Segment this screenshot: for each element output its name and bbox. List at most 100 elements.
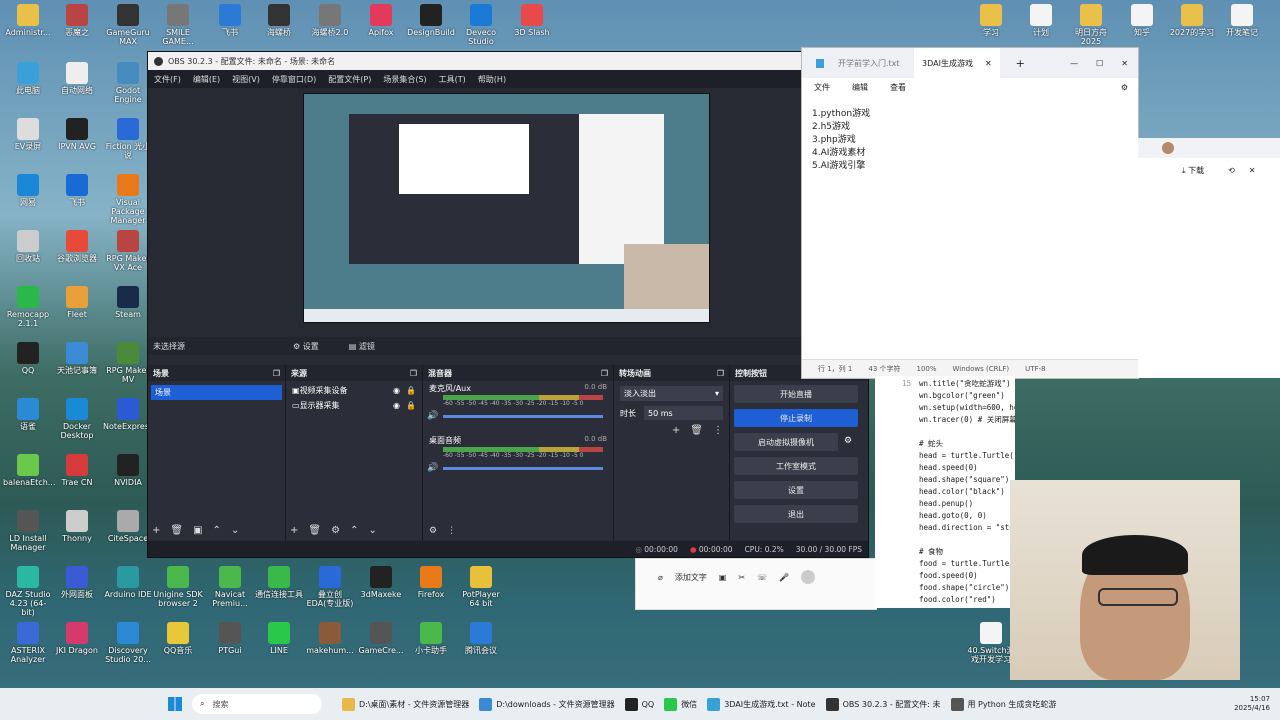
desktop-icon[interactable]: DesignBuild [406, 4, 456, 37]
desktop-icon[interactable]: LINE [254, 622, 304, 655]
desktop-icon[interactable]: Deveco Studio [456, 4, 506, 46]
taskbar-item[interactable]: D:\downloads - 文件资源管理器 [479, 697, 615, 711]
record-icon[interactable] [801, 570, 816, 584]
remove-source-icon[interactable]: 🗑 [308, 525, 321, 536]
notepad-tab[interactable]: 开学前学入门.txt [838, 58, 914, 69]
refresh-icon[interactable]: ⟲ [1228, 166, 1235, 175]
dock-float-icon[interactable]: ❐ [717, 369, 724, 378]
code-editor[interactable]: 15 wn.title("贪吃蛇游戏") wn.bgcolor("green") wn… [875, 376, 1015, 608]
eye-icon[interactable]: ◉ [393, 386, 400, 395]
desktop-icon[interactable]: 学习 [966, 4, 1016, 37]
desktop-icon[interactable]: 谷歌浏览器 [52, 230, 102, 263]
close-window-icon[interactable]: ✕ [1121, 59, 1128, 68]
volume-slider[interactable] [443, 467, 603, 470]
close-icon[interactable]: ✕ [985, 59, 992, 68]
desktop-icon[interactable]: 腾讯会议 [456, 622, 506, 655]
desktop-icon[interactable]: 海螺桥2.0 [305, 4, 355, 37]
desktop-icon[interactable]: Trae CN [52, 454, 102, 487]
mic-icon[interactable]: 🎤 [779, 573, 789, 582]
taskbar-item[interactable]: D:\桌面\素材 - 文件资源管理器 [342, 697, 469, 711]
notepad-tab-active[interactable]: 3DAI生成游戏 ✕ [914, 48, 1000, 78]
desktop-icon[interactable]: GameGuru MAX [103, 4, 153, 46]
taskbar-item[interactable]: 用 Python 生成贪吃蛇游 [950, 697, 1056, 711]
desktop-icon[interactable]: balenaEtch... [3, 454, 55, 487]
remove-scene-icon[interactable]: 🗑 [170, 525, 183, 536]
desktop-icon[interactable]: 通信连接工具 [254, 566, 304, 599]
obs-menu-item[interactable]: 场景集合(S) [383, 74, 426, 85]
start-streaming-button[interactable]: 开始直播 [734, 385, 858, 403]
desktop-icon[interactable]: Visual Package Manager [103, 174, 153, 225]
desktop-icon[interactable]: 知乎 [1117, 4, 1167, 37]
desktop-icon[interactable]: Fiction 光小说 [103, 118, 153, 160]
desktop-icon[interactable]: JKI Dragon [52, 622, 102, 655]
desktop-icon[interactable]: 外网面板 [52, 566, 102, 599]
obs-menu-item[interactable]: 编辑(E) [193, 74, 220, 85]
taskbar-item[interactable]: QQ [624, 697, 654, 711]
desktop-icon[interactable]: Unigine SDK browser 2 [153, 566, 203, 608]
desktop-icon[interactable]: 此电脑 [3, 62, 53, 95]
mixer-menu-icon[interactable]: ⋮ [447, 526, 456, 536]
minimize-icon[interactable]: — [1070, 59, 1078, 68]
add-text-button[interactable]: 添加文字 [675, 572, 707, 583]
taskbar-item[interactable]: OBS 30.2.3 - 配置文件: 未 [825, 697, 941, 711]
add-source-icon[interactable]: + [290, 525, 298, 536]
desktop-icon[interactable]: NoteExpress [103, 398, 153, 431]
desktop-icon[interactable]: Administr... [3, 4, 53, 37]
settings-button[interactable]: 设置 [734, 481, 858, 499]
obs-preview[interactable] [303, 93, 710, 323]
desktop-icon[interactable]: 40.Switch游戏开发学习 [966, 622, 1016, 664]
desktop-icon[interactable]: 小卡助手 [406, 622, 456, 655]
desktop-icon[interactable]: IPVN AVG [52, 118, 102, 151]
exit-button[interactable]: 退出 [734, 505, 858, 523]
desktop-icon[interactable]: RPG Maker MV [103, 342, 153, 384]
desktop-icon[interactable]: Godot Engine [103, 62, 153, 104]
desktop-icon[interactable]: DAZ Studio 4.23 (64-bit) [3, 566, 53, 617]
move-up-icon[interactable]: ⌃ [350, 525, 358, 536]
desktop-icon[interactable]: Steam [103, 286, 153, 319]
desktop-icon[interactable]: 飞书 [52, 174, 102, 207]
lock-icon[interactable]: 🔒 [406, 401, 416, 410]
close-icon[interactable]: ✕ [1249, 166, 1256, 175]
maximize-icon[interactable]: ☐ [1096, 59, 1103, 68]
obs-titlebar[interactable]: OBS 30.2.3 - 配置文件: 未命名 - 场景: 未命名 [148, 52, 868, 70]
remove-transition-icon[interactable]: 🗑 [690, 425, 703, 436]
desktop-icon[interactable]: Thonny [52, 510, 102, 543]
taskbar-item[interactable]: 3DAI生成游戏.txt - Note [707, 697, 816, 711]
camera-icon[interactable]: ▣ [719, 573, 727, 582]
filters-button[interactable]: ▤ 滤镜 [349, 341, 375, 352]
menu-edit[interactable]: 编辑 [852, 82, 868, 93]
obs-menu-item[interactable]: 配置文件(P) [328, 74, 371, 85]
virtual-camera-button[interactable]: 启动虚拟摄像机 [734, 433, 838, 451]
notepad-text-area[interactable]: 1.python游戏 2.h5游戏 3.php游戏 4.AI游戏素材 5.AI游戏引擎 [802, 96, 1138, 185]
desktop-icon[interactable]: Docker Desktop [52, 398, 102, 440]
desktop-icon[interactable]: 回收站 [3, 230, 53, 263]
taskbar-item[interactable]: 微信 [664, 697, 697, 711]
eye-icon[interactable]: ◉ [393, 401, 400, 410]
desktop-icon[interactable]: QQ音乐 [153, 622, 203, 655]
obs-menu-item[interactable]: 视图(V) [232, 74, 260, 85]
desktop-icon[interactable]: GameCre... [356, 622, 406, 655]
settings-gear-icon[interactable]: ⚙ [1121, 83, 1128, 92]
desktop-icon[interactable]: 2027的学习 [1167, 4, 1217, 37]
volume-slider[interactable] [443, 415, 603, 418]
desktop-icon[interactable]: 天池记事簿 [52, 342, 102, 375]
desktop-icon[interactable]: 海螺桥 [254, 4, 304, 37]
desktop-icon[interactable]: SMILE GAME... [153, 4, 203, 46]
desktop-icon[interactable]: 语雀 [3, 398, 53, 431]
desktop-icon[interactable]: LD Install Manager [3, 510, 53, 552]
dock-float-icon[interactable]: ❐ [601, 369, 608, 378]
clock[interactable]: 15:07 2025/4/16 [1234, 695, 1270, 713]
attach-icon[interactable]: ⌀ [658, 573, 663, 582]
menu-view[interactable]: 查看 [890, 82, 906, 93]
desktop-icon[interactable]: CiteSpace [103, 510, 153, 543]
desktop-icon[interactable]: 明日方舟2025 [1066, 4, 1116, 46]
desktop-icon[interactable]: Discovery Studio 20... [103, 622, 153, 664]
move-down-icon[interactable]: ⌄ [368, 525, 376, 536]
desktop-icon[interactable]: 开发笔记 [1217, 4, 1267, 37]
scene-filters-icon[interactable]: ▣ [193, 525, 202, 536]
desktop-icon[interactable]: RPG Maker VX Ace [103, 230, 153, 272]
gear-icon[interactable]: ⚙ [844, 436, 852, 446]
desktop-icon[interactable]: NVIDIA [103, 454, 153, 487]
dock-float-icon[interactable]: ❐ [410, 369, 417, 378]
desktop-icon[interactable]: Firefox [406, 566, 456, 599]
